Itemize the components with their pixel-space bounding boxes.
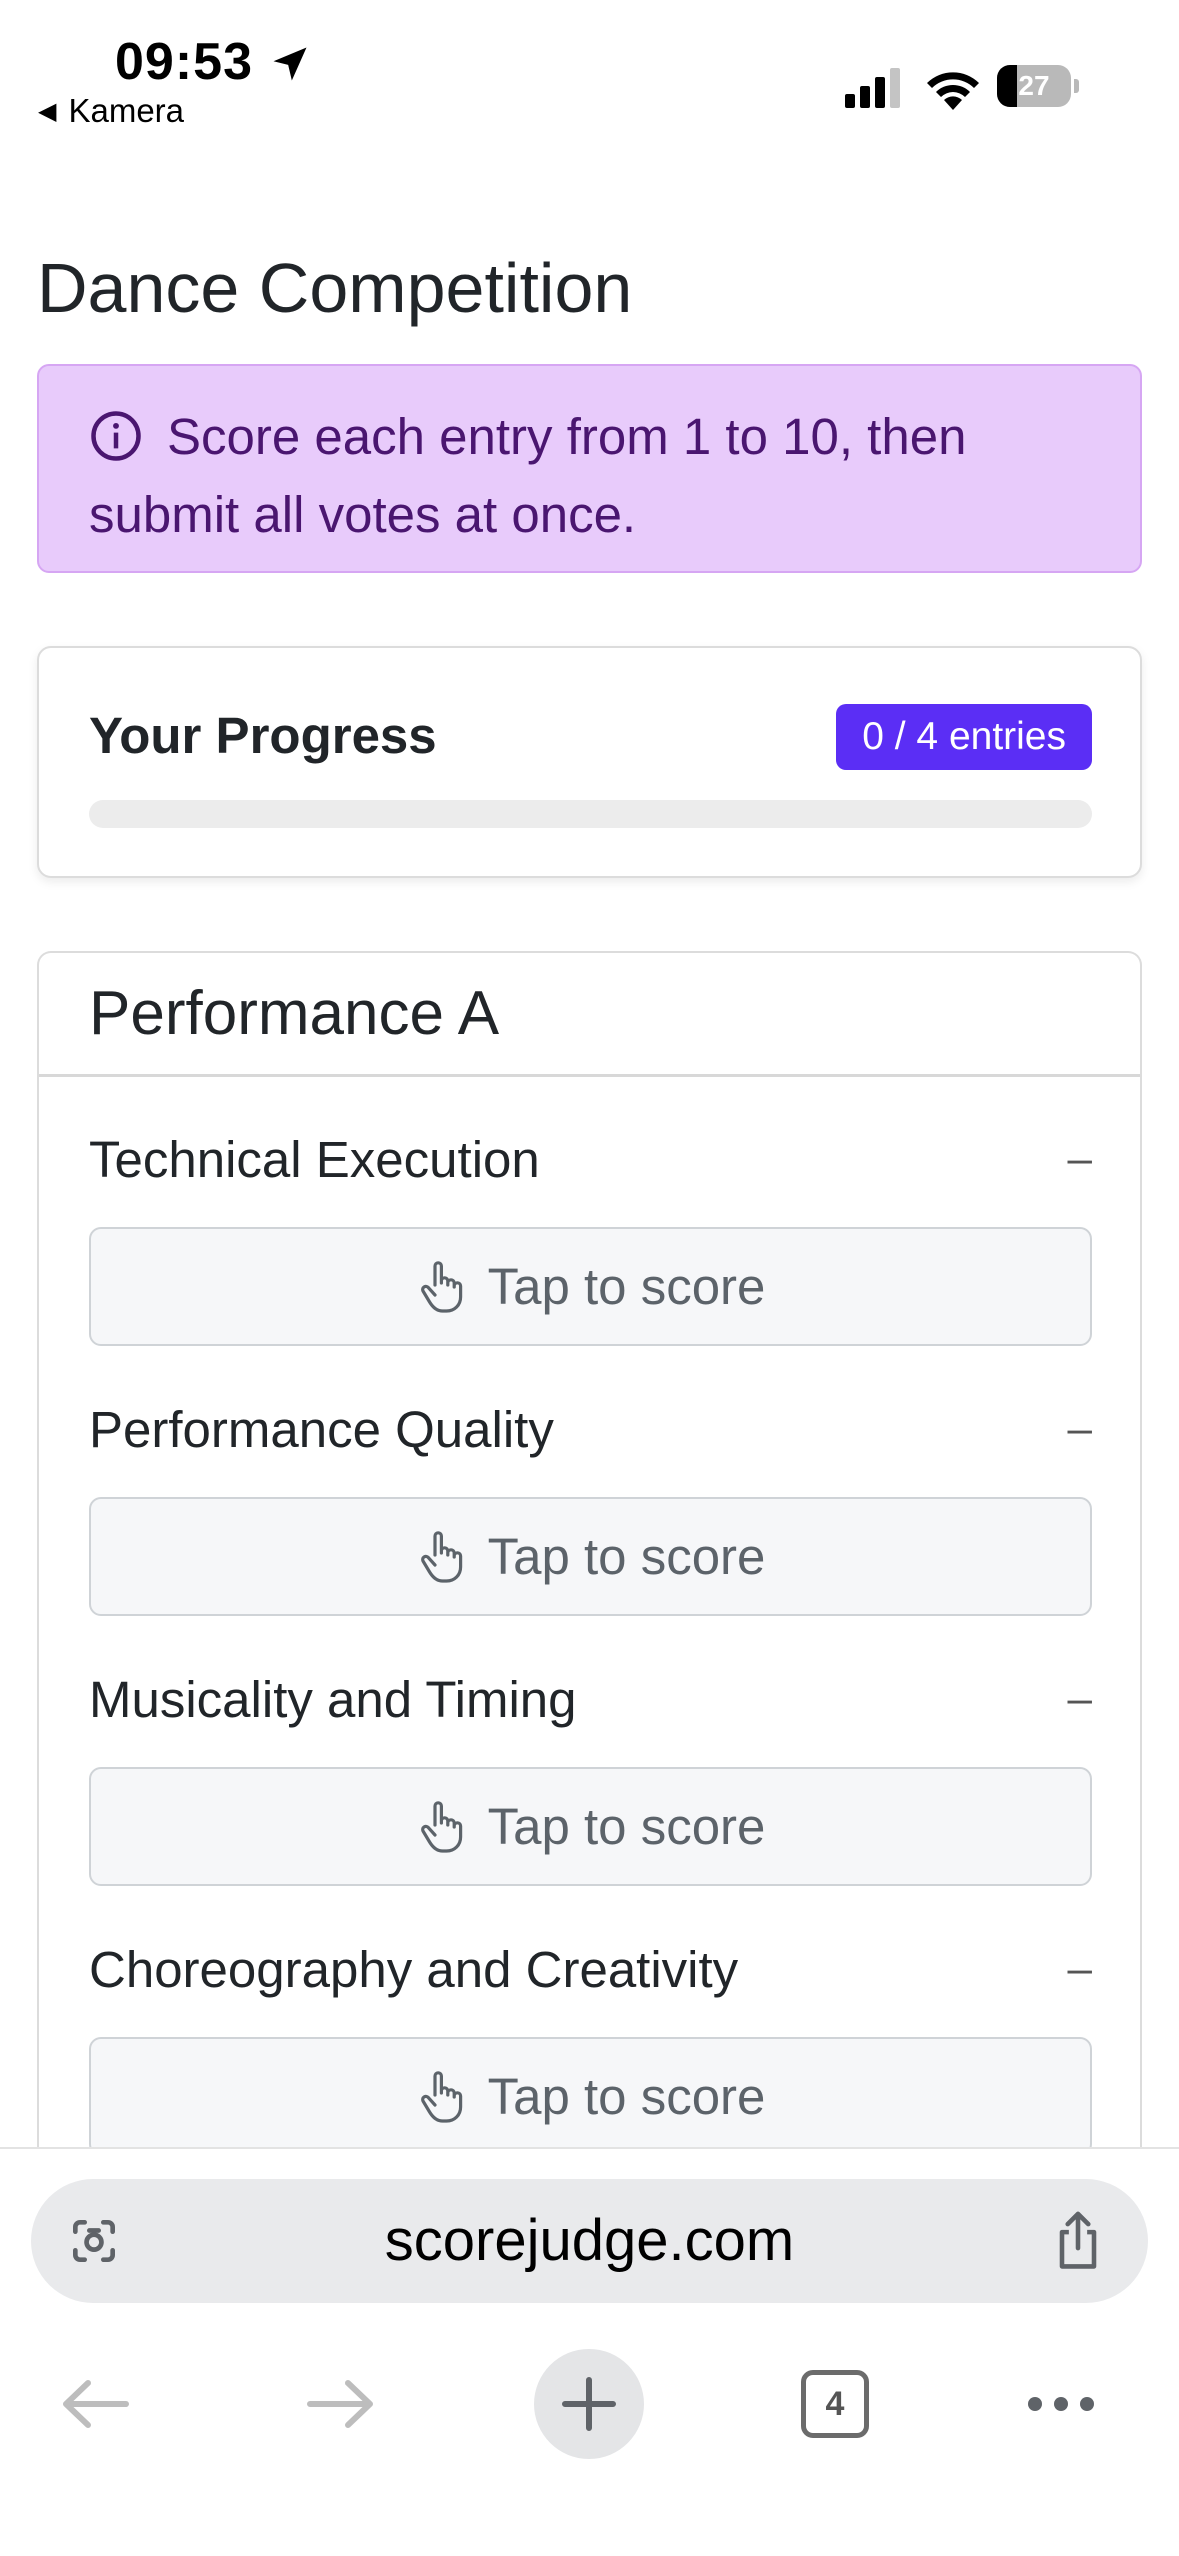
camera-lens-icon[interactable] — [65, 2213, 123, 2269]
criterion-score-value: – — [1067, 1134, 1092, 1183]
criterion-technical-execution: Technical Execution – Tap to score — [89, 1129, 1092, 1346]
browser-nav-row: 4 — [0, 2349, 1179, 2459]
forward-button[interactable] — [286, 2349, 396, 2459]
performance-header: Performance A — [39, 953, 1140, 1077]
progress-card: Your Progress 0 / 4 entries — [37, 646, 1142, 878]
more-dots-icon — [1028, 2397, 1094, 2411]
tab-count: 4 — [801, 2370, 869, 2438]
arrow-left-icon — [63, 2380, 129, 2428]
hand-pointer-icon — [420, 1800, 462, 1853]
progress-bar — [89, 800, 1092, 828]
progress-title: Your Progress — [89, 707, 437, 764]
tap-to-score-button[interactable]: Tap to score — [89, 1767, 1092, 1886]
battery-indicator: 27 — [997, 65, 1079, 107]
tap-to-score-button[interactable]: Tap to score — [89, 1497, 1092, 1616]
criterion-performance-quality: Performance Quality – Tap to score — [89, 1399, 1092, 1616]
tap-to-score-label: Tap to score — [487, 2068, 766, 2125]
back-button[interactable] — [40, 2349, 150, 2459]
hand-pointer-icon — [420, 1530, 462, 1583]
status-bar: 09:53 ◀ Kamera 27 — [0, 0, 1179, 150]
more-menu-button[interactable] — [1006, 2349, 1116, 2459]
criterion-label: Performance Quality — [89, 1400, 554, 1458]
performance-card: Performance A Technical Execution – Tap … — [37, 951, 1142, 2201]
criterion-score-value: – — [1067, 1944, 1092, 1993]
info-alert-text: Score each entry from 1 to 10, then subm… — [89, 408, 967, 543]
tap-to-score-label: Tap to score — [487, 1528, 766, 1585]
browser-toolbar: scorejudge.com 4 — [0, 2147, 1179, 2556]
tabs-button[interactable]: 4 — [780, 2349, 890, 2459]
plus-icon — [562, 2377, 616, 2431]
new-tab-button[interactable] — [534, 2349, 644, 2459]
location-arrow-icon — [273, 47, 307, 81]
criterion-musicality-timing: Musicality and Timing – Tap to score — [89, 1669, 1092, 1886]
performance-title: Performance A — [89, 979, 500, 1048]
wifi-icon — [927, 72, 979, 110]
arrow-right-icon — [307, 2380, 373, 2428]
address-bar[interactable]: scorejudge.com — [31, 2179, 1148, 2303]
back-triangle-icon: ◀ — [38, 97, 57, 125]
back-to-app-link[interactable]: ◀ Kamera — [38, 92, 184, 130]
url-text: scorejudge.com — [384, 2208, 795, 2273]
battery-percent: 27 — [1018, 70, 1050, 101]
status-time: 09:53 — [115, 33, 253, 91]
tap-to-score-label: Tap to score — [487, 1798, 766, 1855]
criterion-score-value: – — [1067, 1404, 1092, 1453]
tap-to-score-button[interactable]: Tap to score — [89, 1227, 1092, 1346]
hand-pointer-icon — [420, 2070, 462, 2123]
hand-pointer-icon — [420, 1260, 462, 1313]
criterion-label: Musicality and Timing — [89, 1670, 577, 1728]
info-circle-icon — [91, 411, 141, 461]
back-app-label: Kamera — [68, 92, 185, 129]
info-alert: Score each entry from 1 to 10, then subm… — [37, 364, 1142, 573]
criterion-label: Choreography and Creativity — [89, 1940, 739, 1998]
tap-to-score-button[interactable]: Tap to score — [89, 2037, 1092, 2156]
page-title: Dance Competition — [37, 249, 633, 327]
criterion-score-value: – — [1067, 1674, 1092, 1723]
cellular-signal-icon — [845, 68, 900, 108]
criterion-choreography-creativity: Choreography and Creativity – Tap to sco… — [89, 1939, 1092, 2156]
progress-badge: 0 / 4 entries — [836, 704, 1092, 770]
tap-to-score-label: Tap to score — [487, 1258, 766, 1315]
criterion-label: Technical Execution — [89, 1130, 540, 1188]
share-icon[interactable] — [1050, 2207, 1106, 2271]
